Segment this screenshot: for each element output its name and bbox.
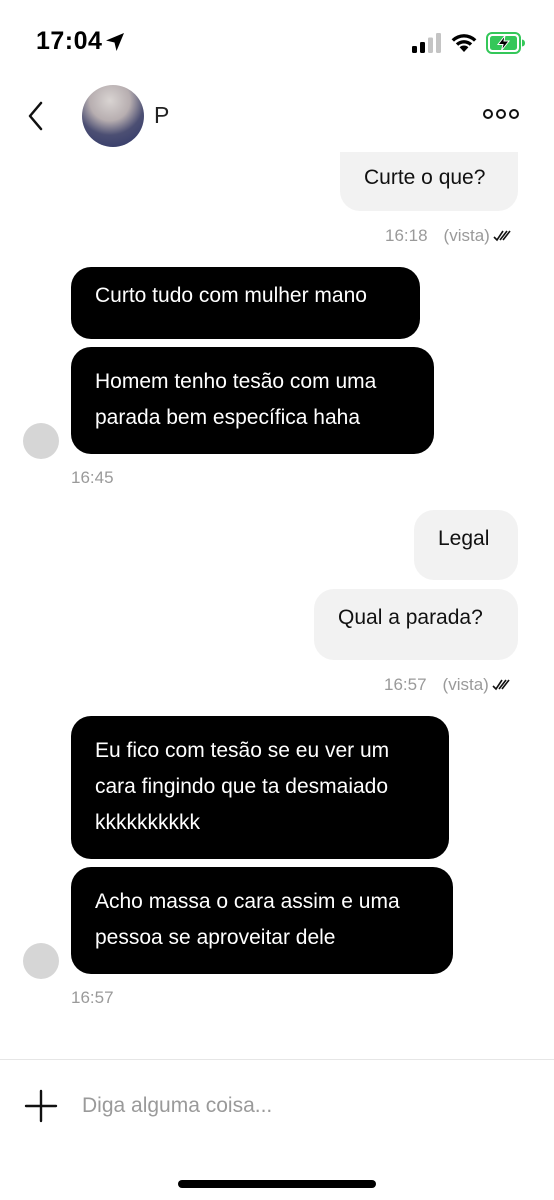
message-line: cara fingindo que ta desmaiado: [95, 775, 389, 798]
incoming-message[interactable]: Eu fico com tesão se eu ver um cara fing…: [71, 716, 449, 859]
signal-icon: [412, 33, 441, 53]
more-dots-icon[interactable]: [482, 107, 520, 121]
message-text: Legal: [438, 527, 490, 550]
message-text: Qual a parada?: [338, 606, 483, 629]
contact-name[interactable]: P: [154, 102, 169, 129]
message-line: pessoa se aproveitar dele: [95, 926, 336, 949]
message-text: Curto tudo com mulher mano: [95, 284, 367, 307]
double-check-icon: [493, 230, 511, 242]
wifi-icon: [451, 34, 477, 52]
incoming-message[interactable]: Acho massa o cara assim e uma pessoa se …: [71, 867, 453, 974]
message-meta: 16:57 (vista): [384, 675, 512, 695]
seen-status: (vista): [443, 226, 490, 245]
message-time: 16:18: [385, 226, 428, 245]
message-line: parada bem específica haha: [95, 406, 361, 429]
seen-status: (vista): [442, 675, 489, 694]
outgoing-message[interactable]: Legal: [414, 510, 518, 580]
sender-avatar: [23, 943, 59, 979]
message-line: Homem tenho tesão com uma: [95, 370, 377, 393]
message-input[interactable]: [82, 1088, 502, 1124]
outgoing-message[interactable]: Curte o que?: [340, 152, 518, 211]
plus-icon[interactable]: [24, 1089, 58, 1123]
contact-avatar[interactable]: [82, 85, 144, 147]
back-chevron-icon[interactable]: [24, 98, 50, 134]
message-time: 16:57: [384, 675, 427, 694]
location-arrow-icon: [106, 33, 124, 51]
message-meta: 16:18 (vista): [385, 226, 513, 246]
message-time: 16:45: [71, 468, 114, 487]
battery-charging-icon: [486, 32, 525, 54]
incoming-message[interactable]: Curto tudo com mulher mano: [71, 267, 420, 339]
message-text: Curte o que?: [364, 166, 486, 189]
message-line: kkkkkkkkkk: [95, 811, 200, 834]
incoming-message[interactable]: Homem tenho tesão com uma parada bem esp…: [71, 347, 434, 454]
sender-avatar: [23, 423, 59, 459]
double-check-icon: [492, 679, 510, 691]
composer-divider: [0, 1059, 554, 1060]
message-line: Acho massa o cara assim e uma: [95, 890, 400, 913]
message-line: Eu fico com tesão se eu ver um: [95, 739, 390, 762]
chat-screen: 17:04 P Curte o que? 16:18(vista) Curto: [0, 0, 554, 1200]
status-time: 17:04: [36, 27, 103, 55]
message-time: 16:57: [71, 988, 114, 1007]
home-indicator: [178, 1180, 376, 1188]
outgoing-message[interactable]: Qual a parada?: [314, 589, 518, 660]
